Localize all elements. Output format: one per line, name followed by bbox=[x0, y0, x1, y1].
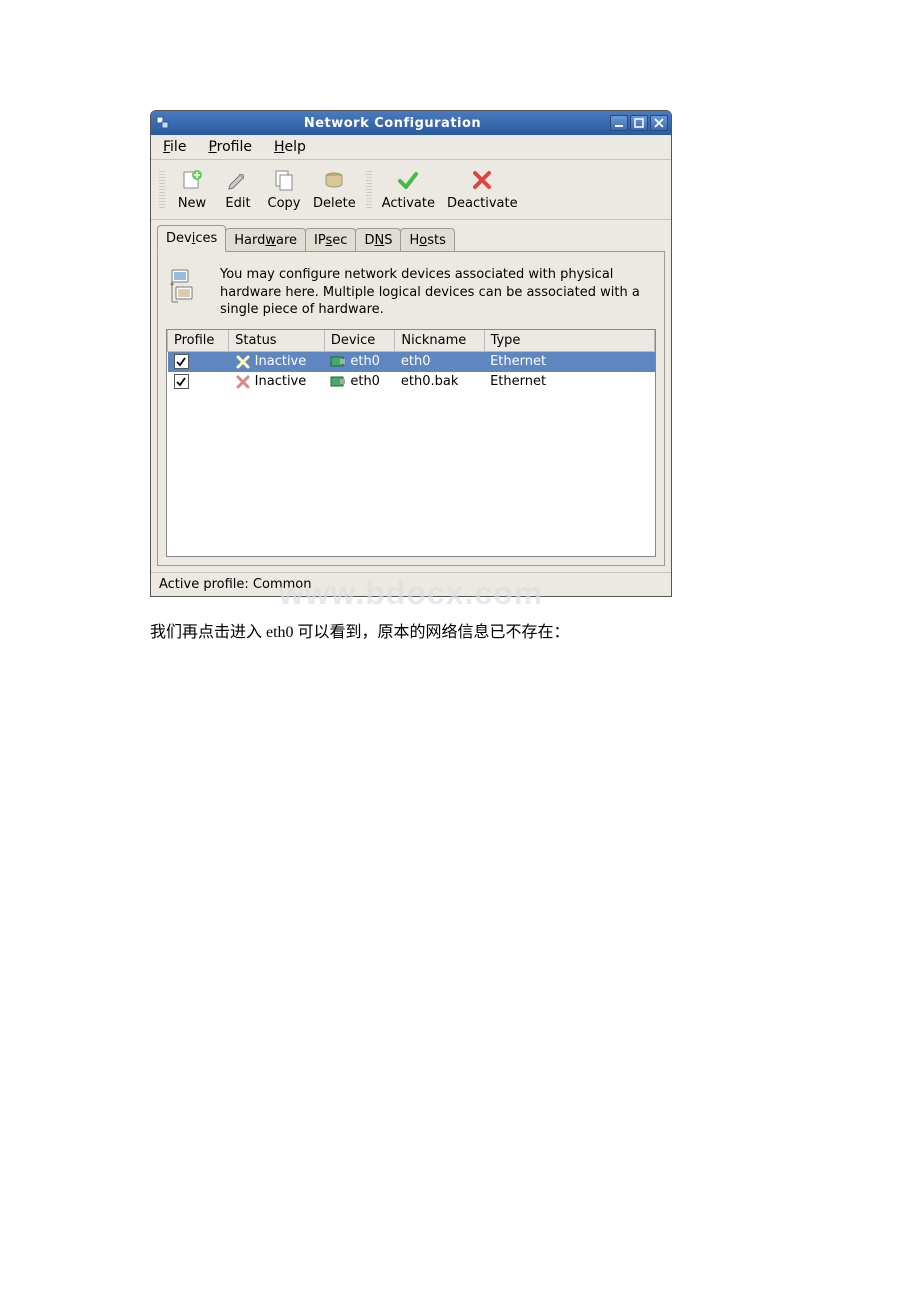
col-nickname[interactable]: Nickname bbox=[395, 330, 484, 352]
window-app-icon bbox=[155, 115, 171, 131]
deactivate-icon bbox=[470, 168, 494, 192]
copy-button[interactable]: Copy bbox=[261, 166, 307, 213]
col-type[interactable]: Type bbox=[484, 330, 654, 352]
activate-button[interactable]: Activate bbox=[376, 166, 441, 213]
devices-table-wrap: Profile Status Device Nickname Type Inac… bbox=[166, 329, 656, 557]
activate-label: Activate bbox=[382, 196, 435, 211]
content-area: Devices Hardware IPsec DNS Hosts bbox=[151, 220, 671, 572]
network-devices-icon bbox=[170, 266, 210, 306]
menu-file[interactable]: File bbox=[157, 137, 192, 157]
deactivate-button[interactable]: Deactivate bbox=[441, 166, 524, 213]
info-row: You may configure network devices associ… bbox=[166, 260, 656, 329]
tab-ipsec[interactable]: IPsec bbox=[305, 228, 356, 252]
new-icon bbox=[180, 168, 204, 192]
tab-hardware[interactable]: Hardware bbox=[225, 228, 306, 252]
tab-panel-devices: You may configure network devices associ… bbox=[157, 251, 665, 566]
type-cell: Ethernet bbox=[484, 372, 654, 392]
delete-icon bbox=[322, 168, 346, 192]
col-device[interactable]: Device bbox=[324, 330, 395, 352]
status-text: Inactive bbox=[255, 354, 307, 369]
tab-hosts[interactable]: Hosts bbox=[400, 228, 454, 252]
device-name: eth0 bbox=[350, 374, 380, 389]
deactivate-label: Deactivate bbox=[447, 196, 518, 211]
new-label: New bbox=[178, 196, 206, 211]
caption-text: 我们再点击进入 eth0 可以看到，原本的网络信息已不存在： bbox=[150, 618, 920, 642]
delete-label: Delete bbox=[313, 196, 356, 211]
col-status[interactable]: Status bbox=[229, 330, 325, 352]
nickname-cell: eth0 bbox=[395, 351, 484, 372]
toolbar: New Edit Copy Delete Activate bbox=[151, 160, 671, 220]
copy-label: Copy bbox=[268, 196, 301, 211]
device-name: eth0 bbox=[350, 354, 380, 369]
status-text: Inactive bbox=[255, 374, 307, 389]
menubar: File Profile Help bbox=[151, 135, 671, 160]
col-profile[interactable]: Profile bbox=[168, 330, 229, 352]
window-title: Network Configuration bbox=[175, 116, 610, 131]
devices-table: Profile Status Device Nickname Type Inac… bbox=[167, 330, 655, 392]
edit-button[interactable]: Edit bbox=[215, 166, 261, 213]
table-row[interactable]: Inactive eth0 eth0.bakEthernet bbox=[168, 372, 655, 392]
watermark: www.bdocx.com bbox=[150, 575, 672, 612]
type-cell: Ethernet bbox=[484, 351, 654, 372]
menu-help[interactable]: Help bbox=[268, 137, 312, 157]
tab-strip: Devices Hardware IPsec DNS Hosts bbox=[157, 226, 665, 252]
delete-button[interactable]: Delete bbox=[307, 166, 362, 213]
minimize-button[interactable] bbox=[610, 115, 628, 131]
tab-dns[interactable]: DNS bbox=[355, 228, 401, 252]
copy-icon bbox=[272, 168, 296, 192]
profile-checkbox[interactable] bbox=[174, 374, 189, 389]
status-inactive-icon bbox=[235, 374, 251, 390]
new-button[interactable]: New bbox=[169, 166, 215, 213]
close-button[interactable] bbox=[650, 115, 668, 131]
profile-checkbox[interactable] bbox=[174, 354, 189, 369]
titlebar: Network Configuration bbox=[151, 111, 671, 135]
edit-icon bbox=[226, 168, 250, 192]
nic-icon bbox=[330, 354, 346, 370]
tab-devices[interactable]: Devices bbox=[157, 225, 226, 252]
nickname-cell: eth0.bak bbox=[395, 372, 484, 392]
toolbar-grip bbox=[366, 171, 372, 209]
status-inactive-icon bbox=[235, 354, 251, 370]
menu-profile[interactable]: Profile bbox=[202, 137, 258, 157]
maximize-button[interactable] bbox=[630, 115, 648, 131]
info-text: You may configure network devices associ… bbox=[220, 266, 652, 319]
table-row[interactable]: Inactiveeth0eth0Ethernet bbox=[168, 351, 655, 372]
toolbar-grip bbox=[159, 171, 165, 209]
activate-icon bbox=[396, 168, 420, 192]
nic-icon bbox=[330, 374, 346, 390]
edit-label: Edit bbox=[225, 196, 250, 211]
network-config-window: Network Configuration File Profile Help … bbox=[150, 110, 672, 597]
